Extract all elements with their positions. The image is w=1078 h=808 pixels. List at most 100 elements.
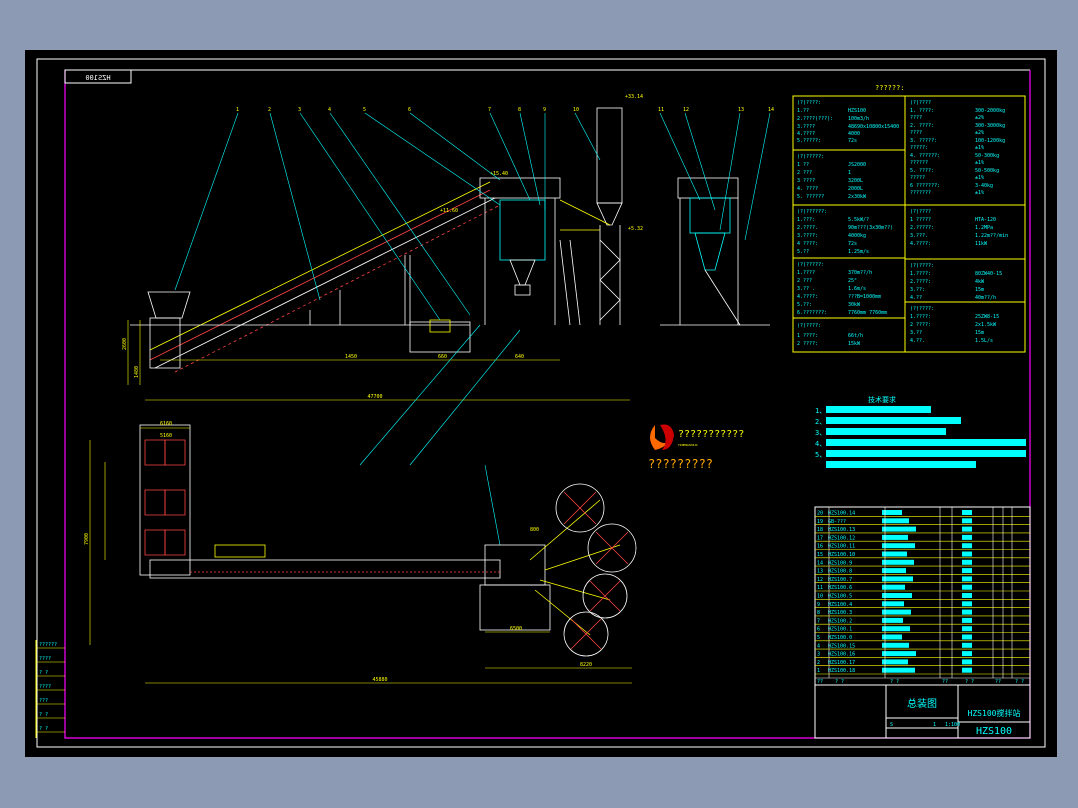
note-number: 4、 xyxy=(815,440,826,448)
spec-label: 5.?? xyxy=(797,249,809,255)
spec-label: 1 ????: xyxy=(797,333,818,339)
spec-label: 1.???? xyxy=(797,270,815,276)
spec-label: 4.?? xyxy=(910,295,922,301)
spec-table: ??????: (?)????: 1.?? HZS100 2.????(???): 10… xyxy=(792,84,1026,353)
bom-code: HZS100.10 xyxy=(828,552,855,558)
spec-value: 100m3/h xyxy=(848,116,869,122)
callout-number: 14 xyxy=(768,107,774,113)
spec-value: 11kW xyxy=(975,241,988,247)
spec-label: 1. ????: xyxy=(910,108,934,114)
spec-label: ???? xyxy=(910,115,922,121)
bom-code: HZS100.3 xyxy=(828,610,852,616)
spec-value: 1.6m/s xyxy=(848,286,866,292)
plan-view xyxy=(139,424,637,657)
spec-label: 1.????: xyxy=(910,314,931,320)
bom-name xyxy=(882,534,908,540)
spec-label: 5. ????: xyxy=(910,168,934,174)
bom-material xyxy=(962,642,972,648)
spec-value: 25ZW8-15 xyxy=(975,314,999,320)
spec-value: ???B=1000mm xyxy=(848,294,881,300)
bom-code: HZS100.17 xyxy=(828,660,855,666)
bom-material xyxy=(962,634,972,640)
bom-code: HZS100.14 xyxy=(828,511,855,517)
spec-label: 1.???: xyxy=(797,217,815,223)
revision-cell: ???? xyxy=(39,684,51,690)
spec-value: HZS100 xyxy=(848,108,866,114)
sheet-count: 1 xyxy=(933,722,936,728)
spec-value: 25° xyxy=(848,278,857,284)
bom-code: HZS100.2 xyxy=(828,618,852,624)
bom-index: 15 xyxy=(817,552,823,558)
spec-label: 3 ???? xyxy=(797,178,815,184)
dim-hopper-base: 1480 xyxy=(134,366,140,378)
spec-label: 1.????: xyxy=(910,271,931,277)
bom-name xyxy=(882,551,907,557)
spec-value: 80ZW40-15 xyxy=(975,271,1002,277)
bom-name xyxy=(882,543,915,549)
spec-value: 1.2MPa xyxy=(975,225,993,231)
bom-index: 16 xyxy=(817,544,823,550)
bom-material xyxy=(962,584,972,590)
bom-name xyxy=(882,576,913,582)
bom-index: 12 xyxy=(817,577,823,583)
spec-value: ±1% xyxy=(975,190,984,196)
spec-label: 3.?? . xyxy=(797,286,815,292)
spec-value: 1.25m/s xyxy=(848,249,869,255)
technical-notes: 技术要求 1、 2、 3、 4、 5、 xyxy=(815,395,1026,468)
bom-code: HZS100.13 xyxy=(828,527,855,533)
bom-material xyxy=(962,518,972,524)
bom-index: 17 xyxy=(817,535,823,541)
revision-table: ?????????? ? ???????? ? ? ? ? xyxy=(35,640,65,738)
bom-material xyxy=(962,667,972,673)
bom-code: HZS100.8 xyxy=(828,569,852,575)
spec-label: 6.???????: xyxy=(797,310,827,316)
spec-label: 2.?????: xyxy=(910,225,934,231)
spec-value: ±1% xyxy=(975,160,984,166)
spec-label: 4.???? xyxy=(797,131,815,137)
spec-label: 5.??: xyxy=(797,302,812,308)
spec-value: 66t/h xyxy=(848,333,863,339)
bom-code: HZS100.11 xyxy=(828,544,855,550)
dim-hopper-height: 2600 xyxy=(122,338,128,350)
spec-value: 90m???(3x30m??) xyxy=(848,225,893,231)
spec-label: 2 ????: xyxy=(797,341,818,347)
revision-cell: ? ? xyxy=(39,670,48,676)
bom-header: ?? xyxy=(995,679,1001,685)
logo-text: ??????????? xyxy=(678,429,744,440)
bom-code: HZS100.16 xyxy=(828,652,855,658)
spec-value: 1.5L/s xyxy=(975,338,993,344)
bom-name xyxy=(882,626,910,632)
bom-header: ?? xyxy=(817,679,823,685)
bom-material xyxy=(962,543,972,549)
bom-material xyxy=(962,551,972,557)
bom-header: ?? xyxy=(942,679,948,685)
stage-mark: S xyxy=(890,722,893,728)
bom-header: ? ? xyxy=(890,679,899,685)
spec-label: 2. ????: xyxy=(910,123,934,129)
spec-value: 370m??/h xyxy=(848,270,872,276)
callout-number: 12 xyxy=(683,107,689,113)
bom-index: 19 xyxy=(817,519,823,525)
logo-tagline: YINENGSHIJI xyxy=(678,443,698,447)
bom-name xyxy=(882,518,909,524)
dim: 5160 xyxy=(160,433,172,439)
spec-label: 3.????: xyxy=(797,233,818,239)
spec-value: 300-2000kg xyxy=(975,108,1005,114)
spec-label: ????? xyxy=(910,175,925,181)
spec-value: 15m xyxy=(975,330,984,336)
note-number: 1、 xyxy=(815,407,826,415)
spec-value: 4kW xyxy=(975,279,985,285)
bom-name xyxy=(882,526,916,532)
cad-drawing-canvas[interactable]: HZS100 47700 2600 1480 1450 660 640 +15.… xyxy=(25,50,1057,757)
bom-index: 4 xyxy=(817,643,820,649)
note-text-blocks xyxy=(826,406,1026,468)
bom-material xyxy=(962,659,972,665)
callout-number: 2 xyxy=(268,107,271,113)
logo-subtext: ????????? xyxy=(648,457,713,471)
bom-code: HZS100.1 xyxy=(828,627,852,633)
spec-value: 5.5kW/? xyxy=(848,217,869,223)
bom-code: HZS100.0 xyxy=(828,635,852,641)
bom-index: 8 xyxy=(817,610,820,616)
bom-code: GB-??? xyxy=(828,519,846,525)
bom-index: 3 xyxy=(817,652,820,658)
